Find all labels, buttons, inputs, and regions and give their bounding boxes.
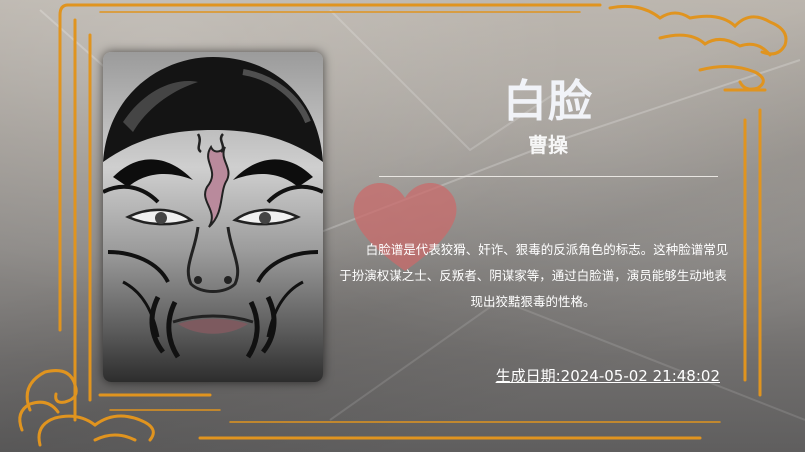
title-divider	[379, 176, 718, 177]
face-mask-image	[103, 52, 323, 382]
generated-date-link[interactable]: 生成日期:2024-05-02 21:48:02	[488, 366, 720, 386]
mask-title: 白脸	[503, 76, 593, 127]
mask-description: 白脸谱是代表狡猾、奸诈、狠毒的反派角色的标志。这种脸谱常见于扮演权谋之士、反叛者…	[339, 242, 729, 309]
character-name: 曹操	[528, 133, 568, 157]
